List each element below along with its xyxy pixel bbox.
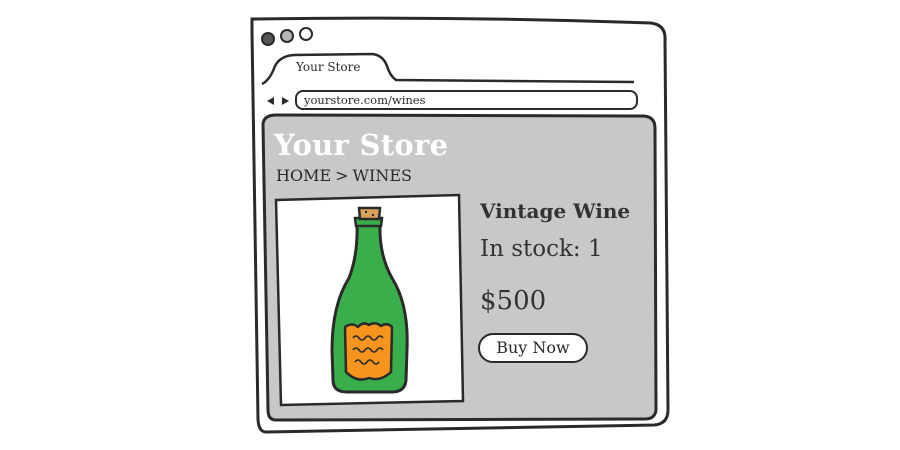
url-text[interactable]: yourstore.com/wines	[304, 93, 426, 107]
breadcrumb: HOME > WINES	[276, 166, 412, 185]
buy-now-button[interactable]: Buy Now	[478, 333, 588, 363]
product-name: Vintage Wine	[480, 199, 631, 223]
minimize-window-dot[interactable]	[280, 29, 294, 43]
breadcrumb-separator: >	[335, 166, 349, 185]
close-window-dot[interactable]	[261, 32, 275, 46]
forward-arrow-icon[interactable]	[280, 96, 290, 106]
product-price: $500	[480, 286, 547, 316]
back-arrow-icon[interactable]	[266, 96, 276, 106]
maximize-window-dot[interactable]	[299, 27, 313, 41]
breadcrumb-home[interactable]: HOME	[276, 166, 331, 185]
store-title: Your Store	[274, 128, 449, 162]
browser-window	[250, 16, 670, 434]
tab-title[interactable]: Your Store	[296, 60, 361, 74]
stock-status: In stock: 1	[480, 236, 603, 262]
breadcrumb-wines[interactable]: WINES	[353, 166, 412, 185]
